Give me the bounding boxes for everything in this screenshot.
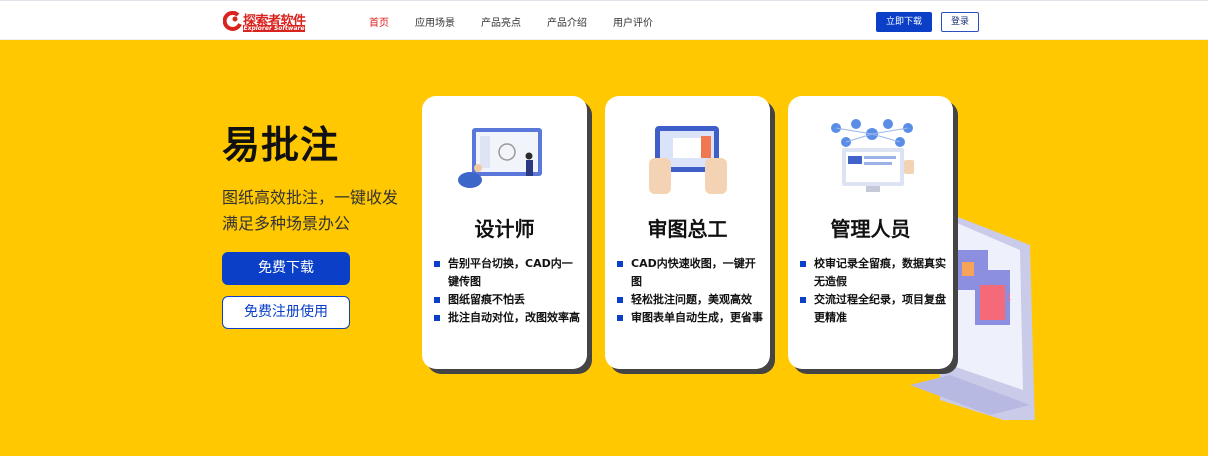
monitor-number: 2233.1 <box>980 293 1012 303</box>
bullet-icon <box>617 297 623 303</box>
reviewer-illustration-icon <box>649 126 727 194</box>
download-now-button[interactable]: 立即下载 <box>876 12 932 32</box>
role-card-manager: 管理人员 校审记录全留痕，数据真实无造假 交流过程全纪录，项目复盘更精准 <box>788 96 953 369</box>
bullet-icon <box>617 261 623 267</box>
list-item: CAD内快速收图，一键开图 <box>617 255 765 291</box>
hero-subtitle-line2: 满足多种场景办公 <box>222 214 351 233</box>
brand-logo[interactable]: 探索者软件 Explorer Software <box>223 10 313 32</box>
nav-item-home[interactable]: 首页 <box>369 14 389 29</box>
hero-subtitle-line1: 图纸高效批注，一键收发 <box>222 188 399 207</box>
list-item: 校审记录全留痕，数据真实无造假 <box>800 255 948 291</box>
nav-item-reviews[interactable]: 用户评价 <box>613 14 653 29</box>
brand-tagline: Explorer Software <box>243 25 305 32</box>
card-feature-list-reviewer: CAD内快速收图，一键开图 轻松批注问题，美观高效 审图表单自动生成，更省事 <box>617 255 765 327</box>
card-feature-list-manager: 校审记录全留痕，数据真实无造假 交流过程全纪录，项目复盘更精准 <box>800 255 948 327</box>
role-card-reviewer: 审图总工 CAD内快速收图，一键开图 轻松批注问题，美观高效 审图表单自动生成，… <box>605 96 770 369</box>
hero-title: 易批注 <box>222 123 340 167</box>
free-register-button[interactable]: 免费注册使用 <box>222 296 350 329</box>
free-download-button[interactable]: 免费下载 <box>222 252 350 285</box>
list-item: 轻松批注问题，美观高效 <box>617 291 765 309</box>
bullet-icon <box>800 261 806 267</box>
hero-banner: 易批注 图纸高效批注，一键收发 满足多种场景办公 免费下载 免费注册使用 223… <box>0 40 1208 456</box>
bullet-icon <box>434 297 440 303</box>
list-item: 图纸留痕不怕丢 <box>434 291 582 309</box>
brand-logo-icon <box>223 11 242 31</box>
login-button[interactable]: 登录 <box>941 12 979 32</box>
list-item: 批注自动对位，改图效率高 <box>434 309 582 327</box>
bullet-icon <box>434 315 440 321</box>
role-card-designer: 设计师 告别平台切换，CAD内一键传图 图纸留痕不怕丢 批注自动对位，改图效率高 <box>422 96 587 369</box>
list-item: 告别平台切换，CAD内一键传图 <box>434 255 582 291</box>
bullet-icon <box>800 297 806 303</box>
top-navigation-bar: 探索者软件 Explorer Software 首页 应用场景 产品亮点 产品介… <box>0 0 1208 40</box>
card-title-reviewer: 审图总工 <box>647 217 728 241</box>
nav-item-highlights[interactable]: 产品亮点 <box>481 14 521 29</box>
nav-item-introduction[interactable]: 产品介绍 <box>547 14 587 29</box>
card-title-designer: 设计师 <box>474 217 535 241</box>
bullet-icon <box>434 261 440 267</box>
card-feature-list-designer: 告别平台切换，CAD内一键传图 图纸留痕不怕丢 批注自动对位，改图效率高 <box>434 255 582 327</box>
card-title-manager: 管理人员 <box>830 217 911 241</box>
list-item: 交流过程全纪录，项目复盘更精准 <box>800 291 948 327</box>
designer-illustration-icon <box>458 128 542 188</box>
nav-item-scenarios[interactable]: 应用场景 <box>415 14 455 29</box>
manager-illustration-icon <box>831 119 914 192</box>
list-item: 审图表单自动生成，更省事 <box>617 309 765 327</box>
bullet-icon <box>617 315 623 321</box>
